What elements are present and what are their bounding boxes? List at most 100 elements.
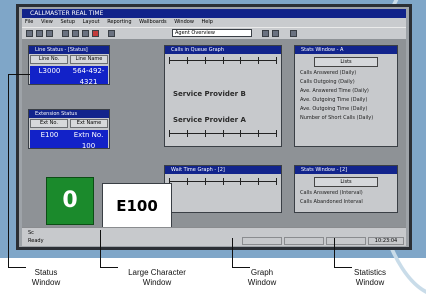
status-leader-vertical <box>8 74 9 268</box>
menu-wallboards[interactable]: Wallboards <box>139 19 167 25</box>
large-character-window[interactable]: E100 <box>102 183 172 229</box>
save-icon[interactable] <box>36 30 43 37</box>
window-titlebar: CALLMASTER REAL TIME <box>22 9 406 18</box>
stats-window-top[interactable]: Stats Window - A Lists Calls Answered (D… <box>294 45 398 147</box>
graph-tick <box>240 57 241 64</box>
graph-tick <box>169 57 170 64</box>
status-window-title: Line Status - [Status] <box>29 46 109 54</box>
graph-tick <box>169 130 170 137</box>
lists-button[interactable]: Lists <box>314 177 378 187</box>
stats-icon[interactable] <box>82 30 89 37</box>
graph-tick <box>223 57 224 64</box>
status-window-header: Line No. Line Name <box>29 54 109 65</box>
line-no-header[interactable]: Line No. <box>30 55 68 64</box>
extension-window-title: Extension Status <box>29 110 109 118</box>
stats-leader <box>334 238 335 268</box>
stat-line: Calls Answered (Interval) <box>300 190 363 196</box>
graph-scale-top <box>169 57 277 64</box>
view-select[interactable]: Agent Overview <box>172 29 252 37</box>
line-no-cell: L3000 <box>38 67 61 75</box>
status-icon[interactable] <box>62 30 69 37</box>
status-panel <box>242 237 282 245</box>
green-counter-window[interactable]: 0 <box>46 177 94 225</box>
help-icon[interactable] <box>290 30 297 37</box>
menu-view[interactable]: View <box>41 19 53 25</box>
graph-tick <box>205 57 206 64</box>
status-panel <box>326 237 366 245</box>
stat-line: Calls Outgoing (Daily) <box>300 79 355 85</box>
graph-tick <box>205 178 206 185</box>
status-window[interactable]: Line Status - [Status] Line No. Line Nam… <box>28 45 110 85</box>
graph-scale-bottom <box>169 130 277 137</box>
stat-line: Ave. Outgoing Time (Daily) <box>300 106 368 112</box>
status-bar: Sc Ready 10:23:04 <box>22 227 406 246</box>
menu-setup[interactable]: Setup <box>60 19 75 25</box>
line-name-header[interactable]: Line Name <box>70 55 108 64</box>
graph-window-top[interactable]: Calls in Queue Graph Service Provider B … <box>164 45 282 147</box>
monitor-screen: CALLMASTER REAL TIME File View Setup Lay… <box>16 4 412 250</box>
provider-a-label: Service Provider A <box>173 116 246 124</box>
graph-tick <box>258 57 259 64</box>
status-time: 10:23:04 <box>368 237 404 245</box>
status-row[interactable]: L3000 564-492-4321 <box>30 66 108 85</box>
graph-leader <box>232 238 233 268</box>
graph-scale <box>169 178 277 185</box>
stats-window-bottom-title: Stats Window - [2] <box>295 166 397 174</box>
stat-line: Ave. Answered Time (Daily) <box>300 88 369 94</box>
stats-window-title: Stats Window - A <box>295 46 397 54</box>
stats-window-bottom[interactable]: Stats Window - [2] Lists Calls Answered … <box>294 165 398 213</box>
graph-tick <box>240 178 241 185</box>
print-preview-icon[interactable] <box>272 30 279 37</box>
graph-tick <box>258 130 259 137</box>
extension-window[interactable]: Extension Status Ext No. Ext Name E100 E… <box>28 109 110 149</box>
layout-icon[interactable] <box>108 30 115 37</box>
menu-file[interactable]: File <box>25 19 33 25</box>
graph-tick <box>187 57 188 64</box>
status-leader-horizontal <box>8 74 30 75</box>
menu-help[interactable]: Help <box>202 19 213 25</box>
ext-no-header[interactable]: Ext No. <box>30 119 68 128</box>
display-icon[interactable] <box>262 30 269 37</box>
menu-bar: File View Setup Layout Reporting Wallboa… <box>22 18 406 27</box>
print-icon[interactable] <box>46 30 53 37</box>
status-window-label: Status Window <box>31 268 61 287</box>
graph-tick <box>240 130 241 137</box>
graph-tick <box>258 178 259 185</box>
graph-tick <box>187 130 188 137</box>
graph-icon[interactable] <box>72 30 79 37</box>
graph-tick <box>223 178 224 185</box>
statistics-window-label: Statistics Window <box>353 268 386 287</box>
application-window: CALLMASTER REAL TIME File View Setup Lay… <box>22 9 406 246</box>
menu-window[interactable]: Window <box>174 19 194 25</box>
lists-button[interactable]: Lists <box>314 57 378 67</box>
stat-line: Ave. Outgoing Time (Daily) <box>300 97 368 103</box>
stat-line: Number of Short Calls (Daily) <box>300 115 374 121</box>
graph-window-title: Calls in Queue Graph <box>165 46 281 54</box>
large-character-label: Large Character Window <box>128 268 186 287</box>
stat-line: Calls Abandoned Interval <box>300 199 363 205</box>
menu-reporting[interactable]: Reporting <box>107 19 131 25</box>
large-char-leader <box>100 230 101 268</box>
ext-name-header[interactable]: Ext Name <box>70 119 108 128</box>
graph-tick <box>205 130 206 137</box>
stop-icon[interactable] <box>92 30 99 37</box>
graph-tick <box>276 130 277 137</box>
stat-line: Calls Answered (Daily) <box>300 70 357 76</box>
provider-b-label: Service Provider B <box>173 90 246 98</box>
line-name-cell: 564-492-4321 <box>72 67 105 85</box>
graph-tick <box>276 57 277 64</box>
open-icon[interactable] <box>26 30 33 37</box>
graph-window-label: Graph Window <box>247 268 277 287</box>
extension-window-header: Ext No. Ext Name <box>29 118 109 129</box>
task-item[interactable]: Sc <box>24 230 408 237</box>
graph-window-bottom[interactable]: Wait Time Graph - [2] <box>164 165 282 213</box>
menu-layout[interactable]: Layout <box>83 19 100 25</box>
graph-tick <box>223 130 224 137</box>
graph-tick <box>187 178 188 185</box>
graph-tick <box>276 178 277 185</box>
status-ready-text: Ready <box>28 238 44 244</box>
status-panel <box>284 237 324 245</box>
extension-row[interactable]: E100 Extn No. 100 <box>30 130 108 148</box>
graph-window-bottom-title: Wait Time Graph - [2] <box>165 166 281 174</box>
figure: CALLMASTER REAL TIME File View Setup Lay… <box>0 0 426 305</box>
